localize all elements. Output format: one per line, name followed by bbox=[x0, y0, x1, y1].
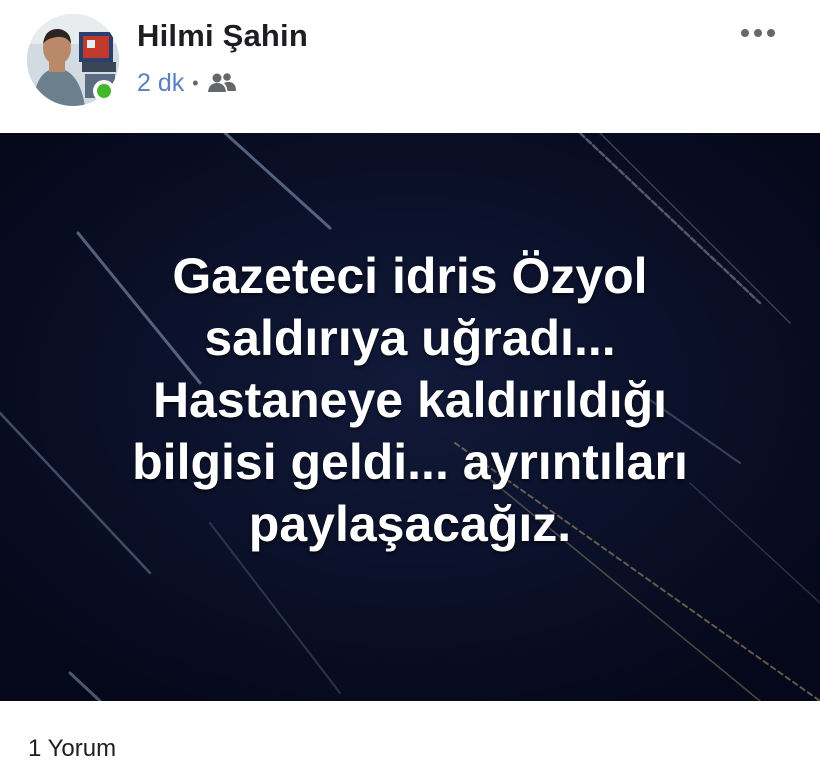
caption-line: Hastaneye kaldırıldığı bbox=[152, 372, 668, 428]
caption-line: bilgisi geldi... ayrıntıları bbox=[132, 434, 688, 490]
more-horizontal-icon bbox=[767, 29, 775, 37]
post-timestamp[interactable]: 2 dk bbox=[137, 69, 184, 98]
online-status-indicator bbox=[93, 80, 115, 102]
feed-post: Hilmi Şahin 2 dk • Gazeteci idris Özyol … bbox=[0, 0, 820, 762]
author-avatar[interactable] bbox=[27, 14, 119, 106]
more-horizontal-icon bbox=[741, 29, 749, 37]
meta-separator: • bbox=[192, 72, 199, 93]
post-image[interactable]: Gazeteci idris Özyol saldırıya uğradı...… bbox=[0, 133, 820, 701]
caption-line: Gazeteci idris Özyol bbox=[172, 248, 648, 304]
author-name[interactable]: Hilmi Şahin bbox=[137, 18, 308, 54]
more-horizontal-icon bbox=[754, 29, 762, 37]
post-header: Hilmi Şahin 2 dk • bbox=[0, 0, 820, 125]
more-options-button[interactable] bbox=[735, 20, 781, 46]
post-meta: 2 dk • bbox=[137, 66, 237, 100]
image-caption-text: Gazeteci idris Özyol saldırıya uğradı...… bbox=[0, 245, 820, 555]
comment-count-link[interactable]: 1 Yorum bbox=[28, 735, 116, 763]
friends-icon[interactable] bbox=[207, 72, 237, 94]
caption-line: paylaşacağız. bbox=[248, 496, 572, 552]
caption-line: saldırıya uğradı... bbox=[204, 310, 616, 366]
